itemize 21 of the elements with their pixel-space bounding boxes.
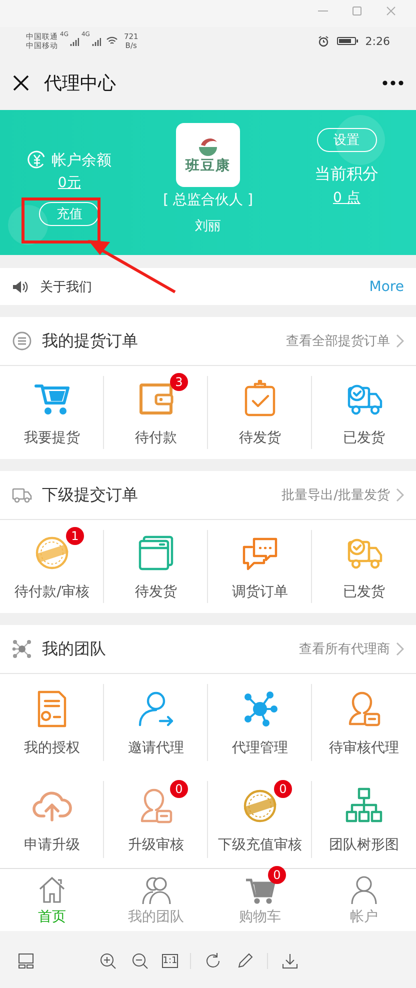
page-title: 代理中心 [44, 72, 117, 94]
section-title: 下级提交订单 [42, 484, 139, 506]
tab-item[interactable]: 0 购物车 [208, 869, 312, 931]
points-label: 当前积分 [314, 164, 379, 185]
count-badge: 0 [274, 780, 292, 798]
section-link[interactable]: 批量导出/批量发货 [282, 486, 404, 504]
count-badge: 0 [268, 866, 286, 884]
clock-time: 2:26 [365, 34, 390, 48]
actual-size-button[interactable]: 1:1 [162, 954, 178, 968]
count-badge: 1 [66, 526, 84, 544]
section-link[interactable]: 查看全部提货订单 [286, 332, 404, 350]
member-role: [ 总监合伙人 ] [163, 191, 253, 209]
section-title: 我的团队 [42, 638, 107, 660]
section-title: 我的提货订单 [42, 330, 139, 352]
notice-title: 关于我们 [40, 278, 93, 296]
member-name: 刘丽 [194, 218, 221, 235]
count-badge: 3 [170, 372, 188, 390]
count-badge: 0 [170, 780, 188, 798]
brand-logo: 班豆康 [176, 123, 240, 187]
section-link[interactable]: 查看所有代理商 [299, 640, 404, 658]
balance-label: 帐户余额 [51, 150, 112, 170]
